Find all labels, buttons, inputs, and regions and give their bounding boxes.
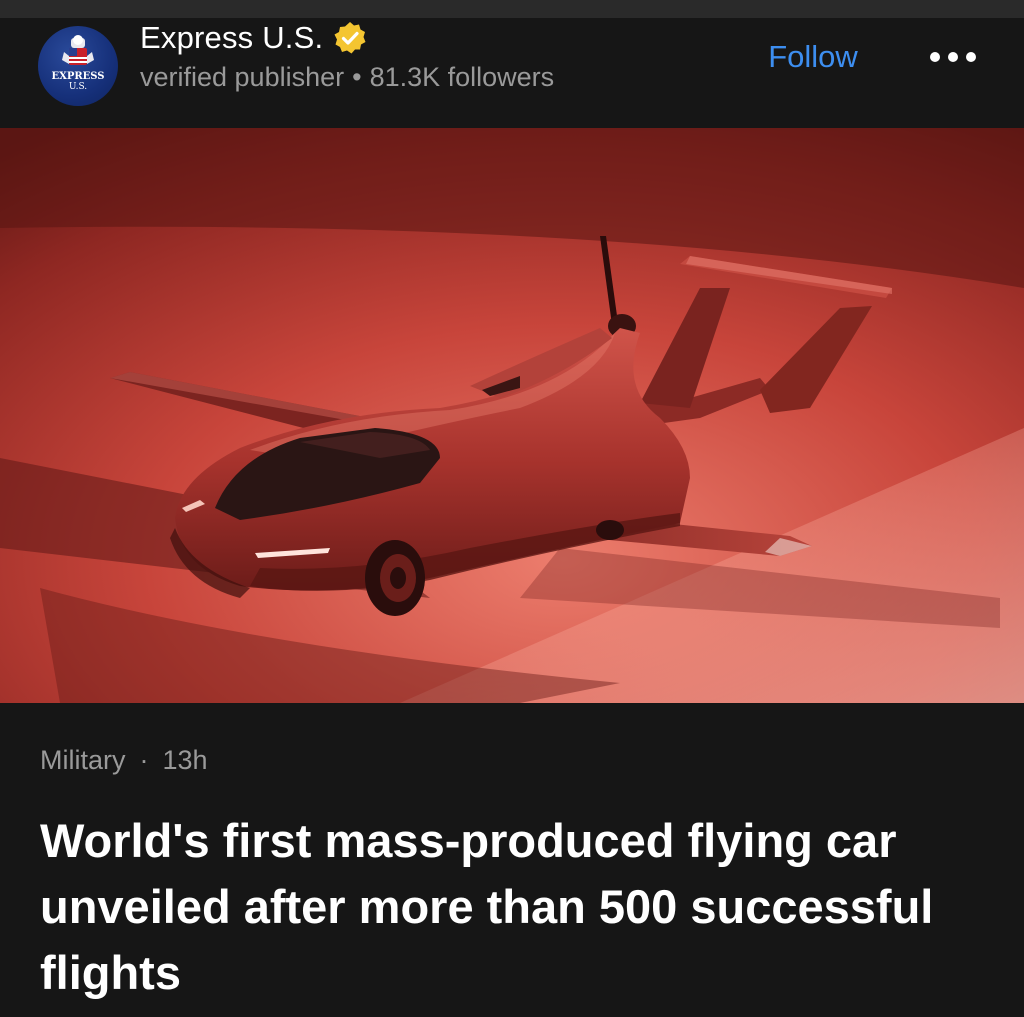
article-headline[interactable]: World's first mass-produced flying car u…: [40, 808, 990, 1006]
article-meta: Military · 13h: [40, 745, 208, 776]
more-options-icon[interactable]: [922, 40, 984, 74]
article-meta-separator: ·: [139, 745, 149, 775]
verified-badge-icon: [333, 21, 367, 55]
more-dot: [966, 52, 976, 62]
follow-button[interactable]: Follow: [750, 34, 876, 80]
publisher-name[interactable]: Express U.S.: [140, 20, 323, 56]
meta-separator: •: [352, 62, 362, 92]
hero-image[interactable]: [0, 128, 1024, 703]
publisher-name-row: Express U.S.: [140, 18, 367, 58]
logo-text-line1: EXPRESS: [51, 71, 104, 82]
top-edge-strip: [0, 0, 1024, 18]
express-logo-icon: EXPRESS U.S.: [51, 35, 105, 92]
more-dot: [948, 52, 958, 62]
article-age: 13h: [162, 745, 208, 775]
publisher-header: EXPRESS U.S. Express U.S. verified publi…: [0, 18, 1024, 128]
publisher-status: verified publisher: [140, 62, 345, 92]
publisher-avatar[interactable]: EXPRESS U.S.: [38, 26, 118, 106]
article-card-page: EXPRESS U.S. Express U.S. verified publi…: [0, 0, 1024, 1017]
publisher-meta: verified publisher • 81.3K followers: [140, 62, 554, 93]
flying-car-image: [0, 128, 1024, 703]
more-dot: [930, 52, 940, 62]
logo-text-line2: U.S.: [69, 82, 87, 92]
followers-count: 81.3K followers: [369, 62, 555, 92]
article-category[interactable]: Military: [40, 745, 126, 775]
